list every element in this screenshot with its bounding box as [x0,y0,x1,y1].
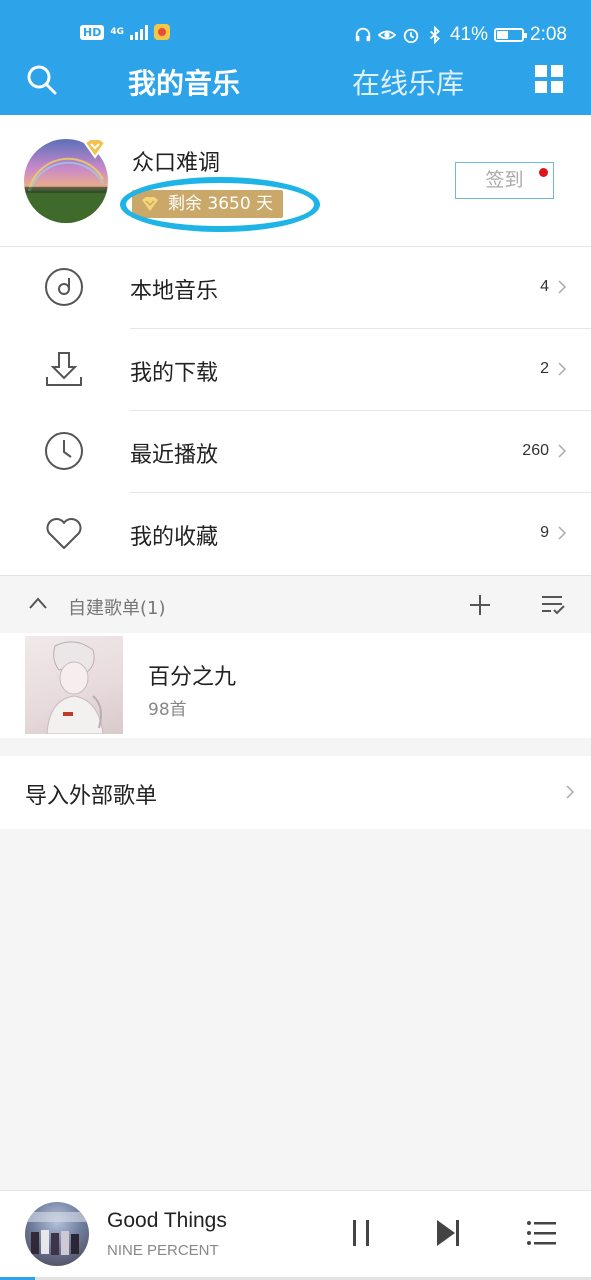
app-header: HD 4G 41% 2:08 我的音乐 在线乐库 [0,0,591,115]
plus-icon[interactable] [469,594,491,616]
clock-time: 2:08 [530,24,567,45]
menu-item-label: 我的下载 [130,361,219,386]
chevron-right-icon [558,362,567,376]
bluetooth-icon [429,26,440,44]
battery-percent: 41% [449,24,489,45]
chevron-right-icon [558,280,567,294]
next-track-icon[interactable] [432,1217,464,1249]
battery-icon [494,28,528,42]
username: 众口难调 [132,151,221,176]
alarm-icon [403,28,419,44]
playlist-title: 百分之九 [148,665,237,690]
menu-item-count: 260 [522,442,549,459]
manage-list-icon[interactable] [540,594,566,616]
menu-item-label: 本地音乐 [130,279,219,304]
notification-app-icon [154,24,170,40]
notification-dot [539,168,548,177]
mini-player: Good Things NINE PERCENT [0,1190,591,1280]
menu-item-count: 9 [540,524,549,541]
playlist-cover-art [46,641,104,734]
menu-item-local-music[interactable]: 本地音乐 4 [0,247,591,329]
checkin-label: 签到 [485,169,524,191]
menu-item-count: 2 [540,360,549,377]
profile-card: 众口难调 剩余 3650 天 签到 [0,115,591,247]
playlist-cover [25,636,123,734]
library-menu: 本地音乐 4 我的下载 2 最近播放 260 我的收藏 9 [0,247,591,575]
grid-icon[interactable] [535,65,563,93]
checkin-button[interactable]: 签到 [455,162,554,199]
hd-indicator: HD [80,24,105,40]
top-nav: 我的音乐 在线乐库 [0,58,591,104]
vip-crown-icon [83,138,107,159]
download-icon [46,352,82,386]
import-playlist-label: 导入外部歌单 [25,784,158,809]
menu-item-count: 4 [540,278,549,295]
eye-comfort-icon [377,30,396,40]
tab-my-music[interactable]: 我的音乐 [128,62,240,102]
network-type: 4G [110,26,124,37]
menu-item-downloads[interactable]: 我的下载 2 [0,329,591,411]
tab-online-library[interactable]: 在线乐库 [352,62,464,102]
menu-item-label: 最近播放 [130,443,219,468]
heart-icon [46,518,82,549]
status-bar: HD 4G 41% 2:08 [0,22,591,52]
song-title: Good Things [107,1209,227,1232]
status-bar-left: HD 4G [80,24,170,40]
album-art-graphic [25,1212,89,1255]
clock-icon [45,432,83,470]
headphones-icon [355,27,371,42]
highlight-annotation [120,177,320,232]
disc-icon [45,268,83,306]
playlist-queue-icon[interactable] [526,1217,558,1249]
import-playlist-row[interactable]: 导入外部歌单 [0,756,591,829]
status-bar-right: 41% 2:08 [354,24,567,46]
chevron-right-icon [558,444,567,458]
custom-playlists-header: 自建歌单(1) [0,575,591,633]
section-title: 自建歌单(1) [68,598,166,619]
menu-item-recent[interactable]: 最近播放 260 [0,411,591,493]
chevron-right-icon [566,785,575,799]
song-artist: NINE PERCENT [107,1242,219,1259]
now-playing-artwork[interactable] [25,1202,89,1266]
menu-item-label: 我的收藏 [130,525,219,550]
playlist-item[interactable]: 百分之九 98首 [0,633,591,738]
search-icon[interactable] [26,64,58,96]
playlist-count: 98首 [148,700,187,720]
signal-icon [130,24,148,40]
chevron-up-icon[interactable] [28,596,48,610]
chevron-right-icon [558,526,567,540]
pause-icon[interactable] [345,1217,377,1249]
menu-item-favorites[interactable]: 我的收藏 9 [0,493,591,575]
